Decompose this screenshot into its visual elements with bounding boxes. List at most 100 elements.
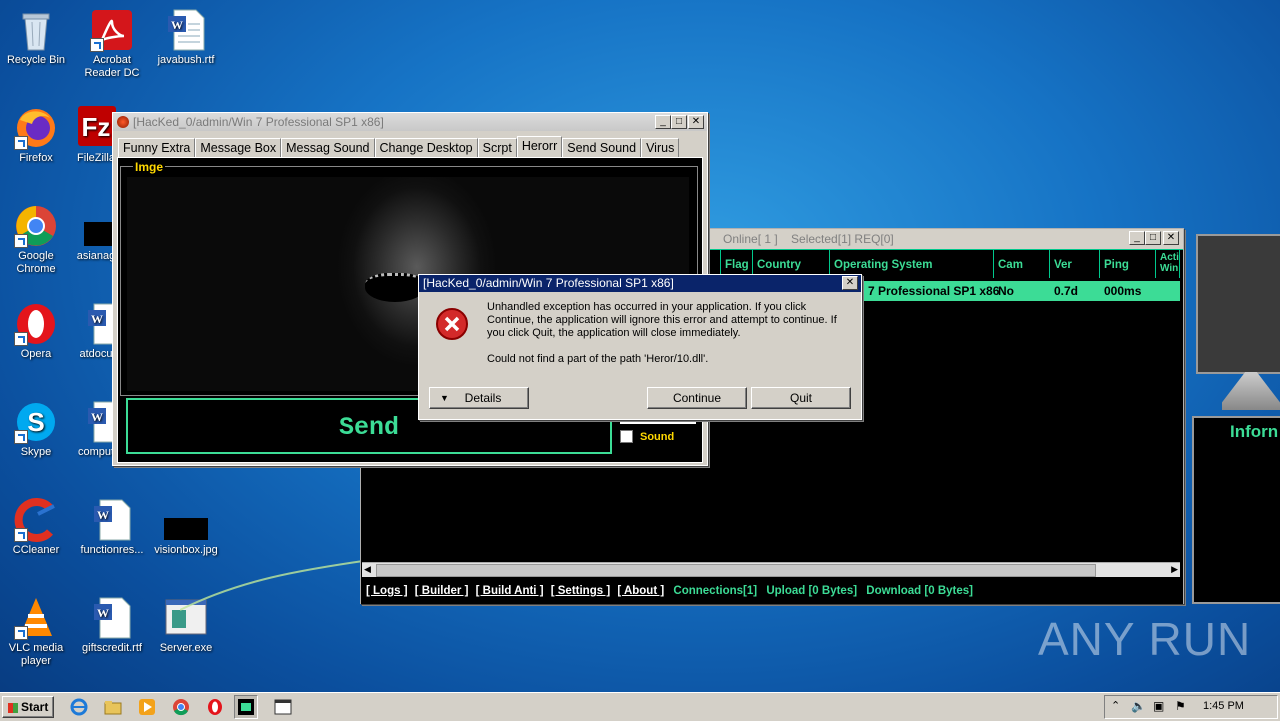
desktop-icon-ccleaner[interactable]: CCleaner xyxy=(0,498,72,557)
row-ping: 000ms xyxy=(1104,284,1142,298)
clock[interactable]: 1:45 PM xyxy=(1203,700,1244,712)
upload-status: Upload [0 Bytes] xyxy=(766,585,858,597)
error-message: Unhandled exception has occurred in your… xyxy=(487,301,837,339)
anyrun-watermark: ANY RUN xyxy=(1038,613,1252,665)
maximize-button[interactable]: □ xyxy=(671,115,687,129)
column-active-window[interactable]: Acti Win xyxy=(1156,250,1180,278)
desktop-icon-functionres[interactable]: W functionres... xyxy=(76,498,148,557)
svg-text:Fz: Fz xyxy=(82,112,111,142)
send-button-label: Send xyxy=(338,413,399,442)
internet-explorer-icon[interactable] xyxy=(70,698,88,716)
window-app-icon[interactable] xyxy=(274,698,292,716)
continue-button-label: Continue xyxy=(672,391,722,405)
logs-link[interactable]: [ Logs ] xyxy=(366,585,408,597)
rat-window-titlebar[interactable]: [HacKed_0/admin/Win 7 Professional SP1 x… xyxy=(113,113,707,131)
column-cam[interactable]: Cam xyxy=(994,250,1050,278)
table-row[interactable]: 7 Professional SP1 x86 No 0.7d 000ms xyxy=(858,281,1180,301)
close-button[interactable]: ✕ xyxy=(1163,231,1179,245)
error-detail: Could not find a part of the path 'Heror… xyxy=(487,353,709,365)
about-link[interactable]: [ About ] xyxy=(617,585,664,597)
scroll-left-arrow[interactable]: ◀ xyxy=(364,564,371,575)
tab-messag-sound[interactable]: Messag Sound xyxy=(281,138,375,157)
sound-checkbox-label: Sound xyxy=(640,431,675,443)
start-label: Start xyxy=(21,700,49,714)
minimize-button[interactable]: _ xyxy=(1129,231,1145,245)
quit-button[interactable]: Quit xyxy=(751,387,851,409)
settings-link[interactable]: [ Settings ] xyxy=(551,585,610,597)
close-button[interactable]: ✕ xyxy=(688,115,704,129)
quit-button-label: Quit xyxy=(789,391,812,405)
svg-text:W: W xyxy=(171,18,183,32)
rat-app-icon xyxy=(238,699,254,715)
tab-send-sound[interactable]: Send Sound xyxy=(562,138,642,157)
side-panel-title: Inforn xyxy=(1230,422,1279,441)
flag-icon[interactable]: ⚑ xyxy=(1175,699,1186,713)
bottom-toolbar: [ Logs ] [ Builder ] [ Build Anti ] [ Se… xyxy=(362,582,1180,600)
side-info-panel: Inforn xyxy=(1192,416,1280,604)
scroll-right-arrow[interactable]: ▶ xyxy=(1171,564,1178,575)
sound-checkbox-box[interactable] xyxy=(620,430,633,443)
horizontal-scrollbar[interactable]: ◀ ▶ xyxy=(362,562,1180,577)
tab-virus[interactable]: Virus xyxy=(641,138,680,157)
error-dialog-titlebar[interactable]: [HacKed_0/admin/Win 7 Professional SP1 x… xyxy=(419,275,861,292)
tab-message-box[interactable]: Message Box xyxy=(195,138,282,157)
continue-button[interactable]: Continue xyxy=(647,387,747,409)
system-tray: ⌃ 🔈 ▣ ⚑ 1:45 PM xyxy=(1104,695,1278,719)
desktop-icon-label: VLC media player xyxy=(8,642,64,667)
close-button[interactable]: ✕ xyxy=(842,276,858,290)
column-ping[interactable]: Ping xyxy=(1100,250,1156,278)
builder-link[interactable]: [ Builder ] xyxy=(415,585,469,597)
column-ver[interactable]: Ver xyxy=(1050,250,1100,278)
image-file-icon xyxy=(164,518,208,540)
error-icon xyxy=(436,308,468,340)
tray-expand-icon[interactable]: ⌃ xyxy=(1111,699,1120,712)
build-anti-link[interactable]: [ Build Anti ] xyxy=(476,585,544,597)
app-icon xyxy=(117,116,129,128)
svg-text:W: W xyxy=(97,508,109,522)
taskbar: Start ⌃ 🔈 ▣ ⚑ 1:45 PM xyxy=(0,692,1280,721)
error-dialog-title: [HacKed_0/admin/Win 7 Professional SP1 x… xyxy=(423,276,674,290)
svg-text:W: W xyxy=(91,312,103,326)
tab-herorr[interactable]: Herorr xyxy=(516,136,563,157)
side-monitor-graphic xyxy=(1196,234,1280,374)
details-button[interactable]: ▼ Details xyxy=(429,387,529,409)
tab-funny-extra[interactable]: Funny Extra xyxy=(118,138,196,157)
network-icon[interactable]: ▣ xyxy=(1153,699,1164,713)
desktop-icon-label: CCleaner xyxy=(12,544,60,556)
word-doc-icon: W xyxy=(168,9,205,51)
rat-window-title: [HacKed_0/admin/Win 7 Professional SP1 x… xyxy=(133,115,384,129)
desktop-icon-label: javabush.rtf xyxy=(157,54,215,66)
desktop-icon-giftscredit[interactable]: W giftscredit.rtf xyxy=(76,596,148,655)
svg-text:W: W xyxy=(91,410,103,424)
explorer-folder-icon[interactable] xyxy=(104,698,122,716)
desktop-icon-vlc[interactable]: VLC media player xyxy=(0,596,72,668)
tab-change-desktop[interactable]: Change Desktop xyxy=(374,138,478,157)
desktop-icon-label: functionres... xyxy=(80,544,144,556)
desktop-icon-javabush[interactable]: W javabush.rtf xyxy=(150,8,222,67)
minimize-button[interactable]: _ xyxy=(655,115,671,129)
media-player-icon[interactable] xyxy=(138,698,156,716)
windows-logo-icon xyxy=(7,702,18,713)
volume-icon[interactable]: 🔈 xyxy=(1131,699,1146,713)
opera-taskbar-icon[interactable] xyxy=(206,698,224,716)
side-monitor-stand xyxy=(1222,372,1280,410)
tab-scrpt[interactable]: Scrpt xyxy=(477,138,517,157)
scroll-thumb[interactable] xyxy=(376,564,1096,577)
desktop-icon-label: Server.exe xyxy=(159,642,213,654)
svg-text:S: S xyxy=(27,407,44,437)
desktop-icon-label: giftscredit.rtf xyxy=(82,642,142,654)
desktop-icon-label: Acrobat Reader DC xyxy=(84,54,140,79)
chrome-taskbar-icon[interactable] xyxy=(172,698,190,716)
chevron-down-icon: ▼ xyxy=(440,393,449,403)
active-task-button[interactable] xyxy=(234,695,258,719)
connections-status: Connections[1] xyxy=(673,585,758,597)
row-os: 7 Professional SP1 x86 xyxy=(868,284,1000,298)
scare-image-mouth xyxy=(365,273,425,302)
desktop-icon-recycle-bin[interactable]: Recycle Bin xyxy=(0,8,72,67)
desktop-icon-acrobat[interactable]: Acrobat Reader DC xyxy=(76,8,148,80)
word-doc-icon: W xyxy=(94,597,131,639)
maximize-button[interactable]: □ xyxy=(1145,231,1161,245)
image-group-label: Imge xyxy=(133,160,166,174)
start-button[interactable]: Start xyxy=(2,696,54,718)
details-button-label: Details xyxy=(464,391,502,405)
